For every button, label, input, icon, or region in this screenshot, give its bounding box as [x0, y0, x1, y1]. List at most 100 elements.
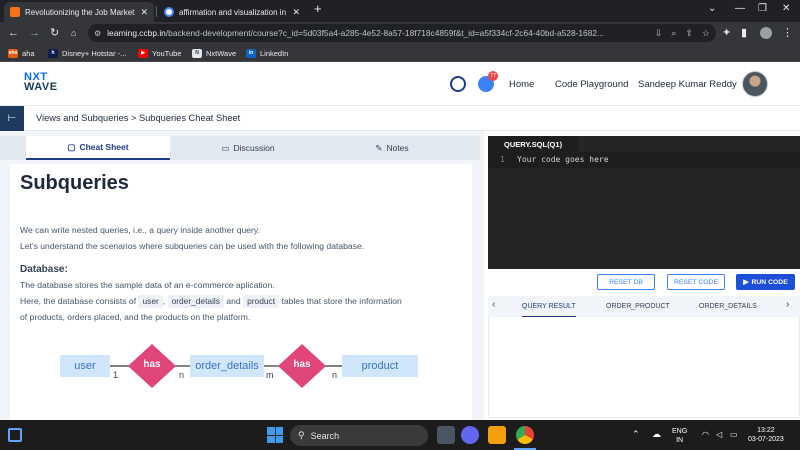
restore-icon[interactable]: ❐	[758, 3, 767, 14]
clock-time: 13:22	[757, 427, 775, 434]
browser-tab-affirmation[interactable]: affirmation and visualization in c ✕	[158, 2, 306, 22]
sql-editor[interactable]: QUERY.SQL(Q1) 1 Your code goes here	[488, 136, 800, 269]
weather-icon[interactable]: ☁	[652, 430, 661, 439]
teams-chat-icon[interactable]	[461, 426, 479, 444]
logo-line-2: WAVE	[24, 81, 58, 93]
stopwatch-icon[interactable]	[450, 76, 466, 92]
address-bar[interactable]: ⚙ learning.ccbp.in /backend-development/…	[88, 24, 716, 42]
user-avatar[interactable]	[742, 71, 768, 97]
tab-cheat-sheet[interactable]: ▢ Cheat Sheet	[26, 136, 170, 160]
relation-has-1: has	[143, 359, 161, 370]
browser-tab-job-market[interactable]: Revolutionizing the Job Market | ✕	[4, 2, 154, 22]
battery-icon[interactable]: ▭	[730, 430, 738, 439]
url-path: /backend-development/course?c_id=5d03f5a…	[165, 28, 604, 38]
learning-pane: ▢ Cheat Sheet ▭ Discussion ✎ Notes Subqu…	[0, 131, 484, 420]
url-host: learning.ccbp.in	[107, 28, 166, 38]
bookmark-label: YouTube	[152, 48, 182, 58]
zoom-icon[interactable]: ⌕	[671, 28, 676, 39]
nav-code-playground[interactable]: Code Playground	[555, 79, 628, 90]
region-code: IN	[676, 437, 684, 444]
windows-taskbar: ⚲ Search ⌃ ☁ ENG IN ◠ ◁ ▭ 13:22 03-07-20…	[0, 420, 800, 450]
file-explorer-icon[interactable]	[488, 426, 506, 444]
tab-label: Discussion	[233, 143, 275, 153]
database-desc-2-prefix: Here, the database consists of	[20, 296, 137, 306]
chrome-icon[interactable]	[516, 426, 534, 444]
share-icon[interactable]: ⇪	[685, 28, 693, 39]
reset-db-button[interactable]: RESET DB	[597, 274, 655, 290]
code-table-product: product	[243, 295, 280, 308]
tab-order-product[interactable]: ORDER_PRODUCT	[606, 296, 670, 317]
database-desc-2-and: and	[226, 296, 241, 306]
breadcrumb[interactable]: Views and Subqueries > Subqueries Cheat …	[36, 113, 240, 123]
task-view-icon[interactable]	[437, 426, 455, 444]
nxtwave-logo[interactable]: NXT WAVE	[24, 72, 58, 93]
database-heading: Database:	[20, 264, 68, 275]
home-icon[interactable]: ⌂	[71, 26, 76, 40]
site-info-icon[interactable]: ⚙	[94, 29, 101, 38]
code-table-user: user	[138, 295, 163, 308]
taskbar-search[interactable]: ⚲ Search	[290, 425, 428, 446]
intro-line-1: We can write nested queries, i.e., a que…	[20, 225, 260, 235]
bookmark-star-icon[interactable]: ☆	[702, 28, 710, 39]
clock[interactable]: 13:22 03-07-2023	[748, 426, 784, 444]
new-tab-icon[interactable]: +	[314, 1, 322, 16]
windows-start-icon[interactable]	[267, 427, 283, 443]
reload-icon[interactable]: ↻	[50, 26, 59, 40]
editor-file-tab[interactable]: QUERY.SQL(Q1)	[488, 136, 579, 152]
side-panel-icon[interactable]: ▮	[741, 26, 747, 40]
bookmark-hotstar[interactable]: h Disney+ Hotstar -...	[48, 47, 126, 59]
cardinality-product: n	[332, 370, 338, 380]
notes-icon: ✎	[375, 142, 383, 153]
user-name[interactable]: Sandeep Kumar Reddy	[638, 79, 737, 90]
tab-discussion[interactable]: ▭ Discussion	[170, 136, 326, 160]
tray-chevron-up-icon[interactable]: ⌃	[632, 430, 640, 439]
bookmark-label: LinkedIn	[260, 48, 289, 58]
bookmark-label: Disney+ Hotstar -...	[62, 48, 127, 58]
bookmark-nxtwave[interactable]: N NxtWave	[192, 47, 236, 59]
notification-badge: 77	[488, 71, 498, 81]
volume-icon[interactable]: ◁	[716, 430, 722, 439]
widgets-icon[interactable]	[8, 428, 22, 442]
relation-has-2: has	[293, 359, 311, 370]
bookmark-aha[interactable]: aha aha	[8, 47, 35, 59]
code-line[interactable]: Your code goes here	[517, 155, 609, 164]
search-placeholder: Search	[310, 430, 340, 441]
close-window-icon[interactable]: ✕	[782, 3, 790, 14]
sidebar-expand-icon: ⊢	[7, 113, 17, 124]
google-favicon-icon	[164, 7, 174, 17]
minimize-icon[interactable]: —	[735, 3, 745, 14]
linkedin-icon: in	[246, 48, 256, 58]
tab-query-result[interactable]: QUERY RESULT	[522, 296, 576, 317]
nav-home[interactable]: Home	[509, 79, 534, 90]
wifi-icon[interactable]: ◠	[702, 430, 709, 439]
tab-search-chevron-icon[interactable]: ⌄	[708, 3, 716, 14]
chevron-left-icon[interactable]: ‹	[492, 299, 495, 310]
close-tab-icon[interactable]: ✕	[292, 7, 300, 18]
extensions-icon[interactable]: ✦	[722, 26, 731, 40]
database-desc-1: The database stores the sample data of a…	[20, 280, 275, 290]
forward-arrow-icon[interactable]: →	[29, 26, 40, 40]
bookmark-label: aha	[22, 48, 35, 58]
line-number: 1	[500, 155, 505, 164]
back-arrow-icon[interactable]: ←	[8, 26, 19, 40]
sidebar-toggle-button[interactable]: ⊢	[0, 106, 24, 131]
language-indicator[interactable]: ENG IN	[672, 427, 687, 445]
cardinality-user: 1	[113, 370, 119, 380]
close-tab-icon[interactable]: ✕	[140, 7, 148, 18]
install-app-icon[interactable]: ⇩	[655, 28, 663, 39]
tab-order-details[interactable]: ORDER_DETAILS	[699, 296, 757, 317]
run-code-button[interactable]: ▶ RUN CODE	[736, 274, 795, 290]
reset-code-button[interactable]: RESET CODE	[667, 274, 725, 290]
bookmark-youtube[interactable]: ▶ YouTube	[138, 47, 181, 59]
cheat-sheet-content: Subqueries We can write nested queries, …	[10, 164, 472, 420]
database-desc-2-suffix: tables that store the information	[281, 296, 402, 306]
tab-notes[interactable]: ✎ Notes	[326, 136, 458, 160]
language-code: ENG	[672, 428, 688, 435]
bookmark-linkedin[interactable]: in LinkedIn	[246, 47, 288, 59]
chevron-right-icon[interactable]: ›	[786, 299, 789, 310]
profile-avatar-icon[interactable]	[760, 27, 772, 39]
separator-comma: ,	[162, 296, 166, 306]
browser-menu-icon[interactable]: ⋮	[782, 26, 793, 40]
entity-order-details: order_details	[190, 355, 264, 377]
intro-line-2: Let's understand the scenarios where sub…	[20, 241, 365, 251]
